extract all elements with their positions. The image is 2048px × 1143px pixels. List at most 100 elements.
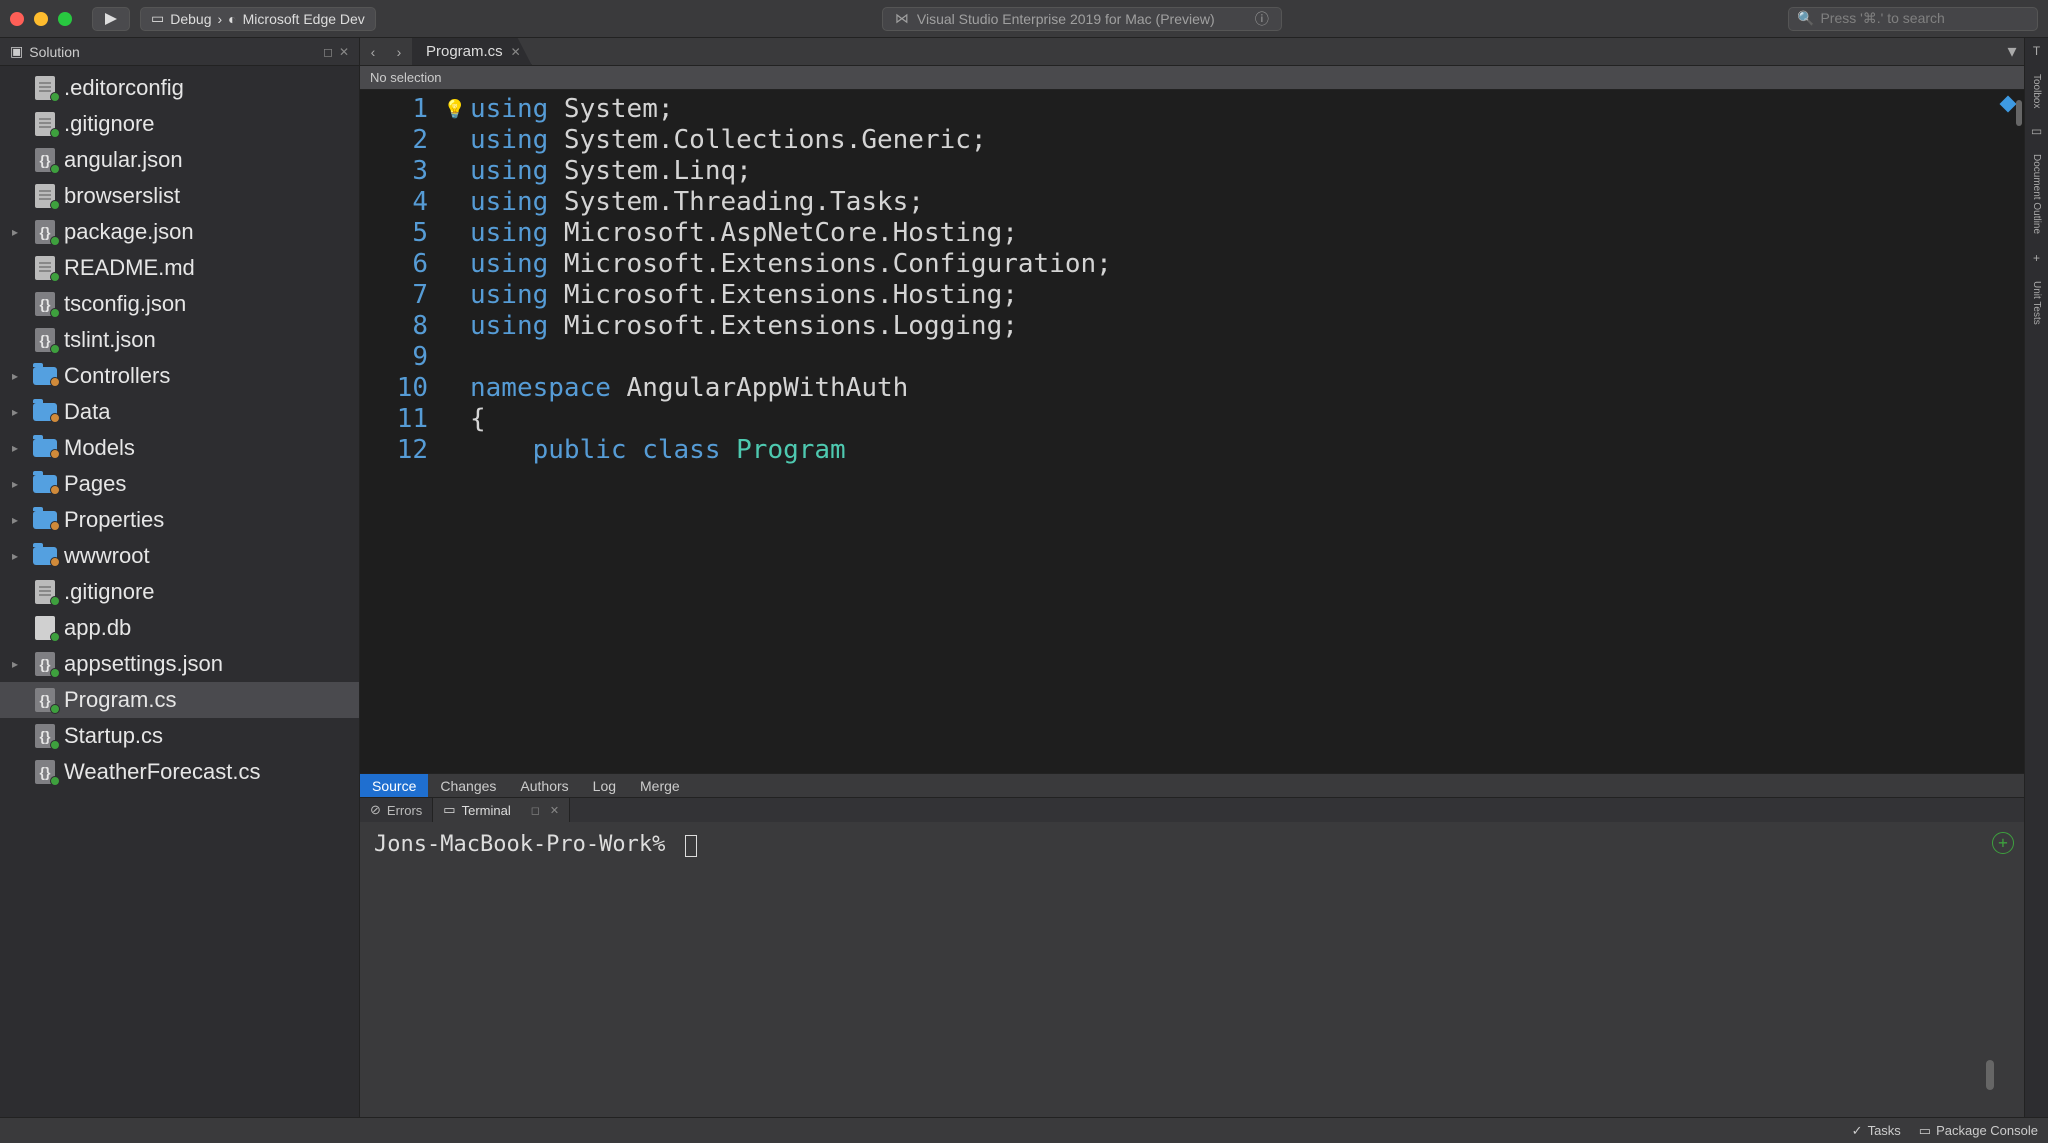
disclosure-triangle-icon[interactable]: ▸ <box>12 657 26 671</box>
tree-item[interactable]: ▸Models <box>0 430 359 466</box>
disclosure-triangle-icon[interactable]: ▸ <box>12 405 26 419</box>
code-line[interactable]: { <box>470 404 2024 435</box>
doc-icon <box>32 76 58 100</box>
toolstrip-icon[interactable]: + <box>2033 251 2040 265</box>
tree-item-label: Startup.cs <box>64 723 163 749</box>
toolstrip-icon[interactable]: T <box>2033 44 2040 58</box>
code-line[interactable]: using System.Collections.Generic; <box>470 125 2024 156</box>
run-config-selector[interactable]: ▭ Debug › ◐ Microsoft Edge Dev <box>140 7 376 31</box>
code-text[interactable]: using System;using System.Collections.Ge… <box>470 90 2024 773</box>
global-search-input[interactable]: 🔍 Press '⌘.' to search <box>1788 7 2038 31</box>
terminal-add-button[interactable]: + <box>1992 832 2014 854</box>
status-package-console[interactable]: ▭ Package Console <box>1919 1123 2038 1139</box>
tree-item[interactable]: {}Program.cs <box>0 682 359 718</box>
source-tab-source[interactable]: Source <box>360 774 428 797</box>
window-controls <box>10 12 72 26</box>
config-separator: › <box>218 11 223 27</box>
scrollbar-thumb[interactable] <box>2016 100 2022 126</box>
tree-item[interactable]: README.md <box>0 250 359 286</box>
close-tab-icon[interactable]: ✕ <box>511 45 521 59</box>
nav-back-button[interactable]: ‹ <box>360 38 386 65</box>
vcs-status-badge <box>50 485 60 495</box>
disclosure-triangle-icon[interactable]: ▸ <box>12 513 26 527</box>
editor-scrollbar[interactable] <box>2012 90 2024 773</box>
toolstrip-item[interactable]: Toolbox <box>2031 70 2042 112</box>
terminal-icon: ▭ <box>1919 1123 1931 1139</box>
tree-item[interactable]: ▸Controllers <box>0 358 359 394</box>
disclosure-triangle-icon[interactable]: ▸ <box>12 441 26 455</box>
bottom-tab-terminal[interactable]: ▭Terminal◻✕ <box>433 798 570 822</box>
title-status[interactable]: ⋈ Visual Studio Enterprise 2019 for Mac … <box>882 7 1282 31</box>
code-line[interactable]: using Microsoft.Extensions.Configuration… <box>470 249 2024 280</box>
code-line[interactable] <box>470 342 2024 373</box>
code-line[interactable]: using System.Threading.Tasks; <box>470 187 2024 218</box>
nav-forward-button[interactable]: › <box>386 38 412 65</box>
toolstrip-item[interactable]: Unit Tests <box>2031 277 2042 329</box>
bottom-tab-errors[interactable]: ⊘Errors <box>360 798 433 822</box>
code-editor[interactable]: 123456789101112 💡 using System;using Sys… <box>360 90 2024 773</box>
vcs-status-badge <box>50 632 60 642</box>
minimize-window-button[interactable] <box>34 12 48 26</box>
tree-item[interactable]: {}tslint.json <box>0 322 359 358</box>
lightbulb-icon[interactable]: 💡 <box>444 94 466 125</box>
tree-item[interactable]: ▸{}package.json <box>0 214 359 250</box>
tree-item[interactable]: ▸wwwroot <box>0 538 359 574</box>
tree-item[interactable]: ▸{}appsettings.json <box>0 646 359 682</box>
tree-item[interactable]: .gitignore <box>0 574 359 610</box>
pad-undock-icon[interactable]: ◻ <box>531 804 540 817</box>
scrollbar-thumb[interactable] <box>1986 1060 1994 1090</box>
solution-tree[interactable]: .editorconfig.gitignore{}angular.jsonbro… <box>0 66 359 1117</box>
tree-item-label: Pages <box>64 471 126 497</box>
tree-item[interactable]: ▸ Pages <box>0 466 359 502</box>
status-package-label: Package Console <box>1936 1123 2038 1138</box>
json-icon: {} <box>32 652 58 676</box>
code-line[interactable]: using Microsoft.AspNetCore.Hosting; <box>470 218 2024 249</box>
tab-overflow-button[interactable]: ▾ <box>2000 38 2024 65</box>
tree-item[interactable]: browserslist <box>0 178 359 214</box>
source-tab-changes[interactable]: Changes <box>428 774 508 797</box>
pad-close-icon[interactable]: ✕ <box>550 804 559 817</box>
pad-undock-icon[interactable]: ◻ <box>323 45 333 59</box>
tree-item[interactable]: {}WeatherForecast.cs <box>0 754 359 790</box>
folder-icon <box>32 475 58 493</box>
tree-item[interactable]: ▸Data <box>0 394 359 430</box>
tree-item[interactable]: {}tsconfig.json <box>0 286 359 322</box>
tree-item[interactable]: app.db <box>0 610 359 646</box>
pad-close-icon[interactable]: ✕ <box>339 45 349 59</box>
info-icon[interactable]: ⓘ <box>1255 9 1269 29</box>
editor-tab-program[interactable]: Program.cs ✕ <box>412 38 532 65</box>
source-tab-merge[interactable]: Merge <box>628 774 692 797</box>
tree-item[interactable]: {}Startup.cs <box>0 718 359 754</box>
solution-pad-header[interactable]: ▣ Solution ◻ ✕ <box>0 38 359 66</box>
code-line[interactable]: public class Program <box>470 435 2024 466</box>
code-line[interactable]: using Microsoft.Extensions.Hosting; <box>470 280 2024 311</box>
json-icon: {} <box>32 688 58 712</box>
source-tab-log[interactable]: Log <box>581 774 628 797</box>
code-line[interactable]: using System; <box>470 94 2024 125</box>
status-tasks[interactable]: ✓ Tasks <box>1852 1123 1901 1139</box>
terminal-view[interactable]: Jons-MacBook-Pro-Work% + <box>360 822 2024 1117</box>
play-icon <box>105 13 117 25</box>
breadcrumb-bar[interactable]: No selection <box>360 66 2024 90</box>
tree-item-label: Program.cs <box>64 687 176 713</box>
code-line[interactable]: namespace AngularAppWithAuth <box>470 373 2024 404</box>
source-tab-authors[interactable]: Authors <box>508 774 580 797</box>
disclosure-triangle-icon[interactable]: ▸ <box>12 225 26 239</box>
vs-logo-icon: ⋈ <box>895 10 909 27</box>
tree-item[interactable]: .editorconfig <box>0 70 359 106</box>
close-window-button[interactable] <box>10 12 24 26</box>
zoom-window-button[interactable] <box>58 12 72 26</box>
code-line[interactable]: using System.Linq; <box>470 156 2024 187</box>
tree-item[interactable]: ▸Properties <box>0 502 359 538</box>
statusbar: ✓ Tasks ▭ Package Console <box>0 1117 2048 1143</box>
tree-item[interactable]: .gitignore <box>0 106 359 142</box>
run-button[interactable] <box>92 7 130 31</box>
terminal-scrollbar[interactable] <box>1986 830 1994 1110</box>
tree-item[interactable]: {}angular.json <box>0 142 359 178</box>
toolstrip-icon[interactable]: ▭ <box>2031 124 2042 138</box>
disclosure-triangle-icon[interactable]: ▸ <box>12 549 26 563</box>
disclosure-triangle-icon[interactable]: ▸ <box>12 477 26 491</box>
toolstrip-item[interactable]: Document Outline <box>2031 150 2042 238</box>
disclosure-triangle-icon[interactable]: ▸ <box>12 369 26 383</box>
code-line[interactable]: using Microsoft.Extensions.Logging; <box>470 311 2024 342</box>
